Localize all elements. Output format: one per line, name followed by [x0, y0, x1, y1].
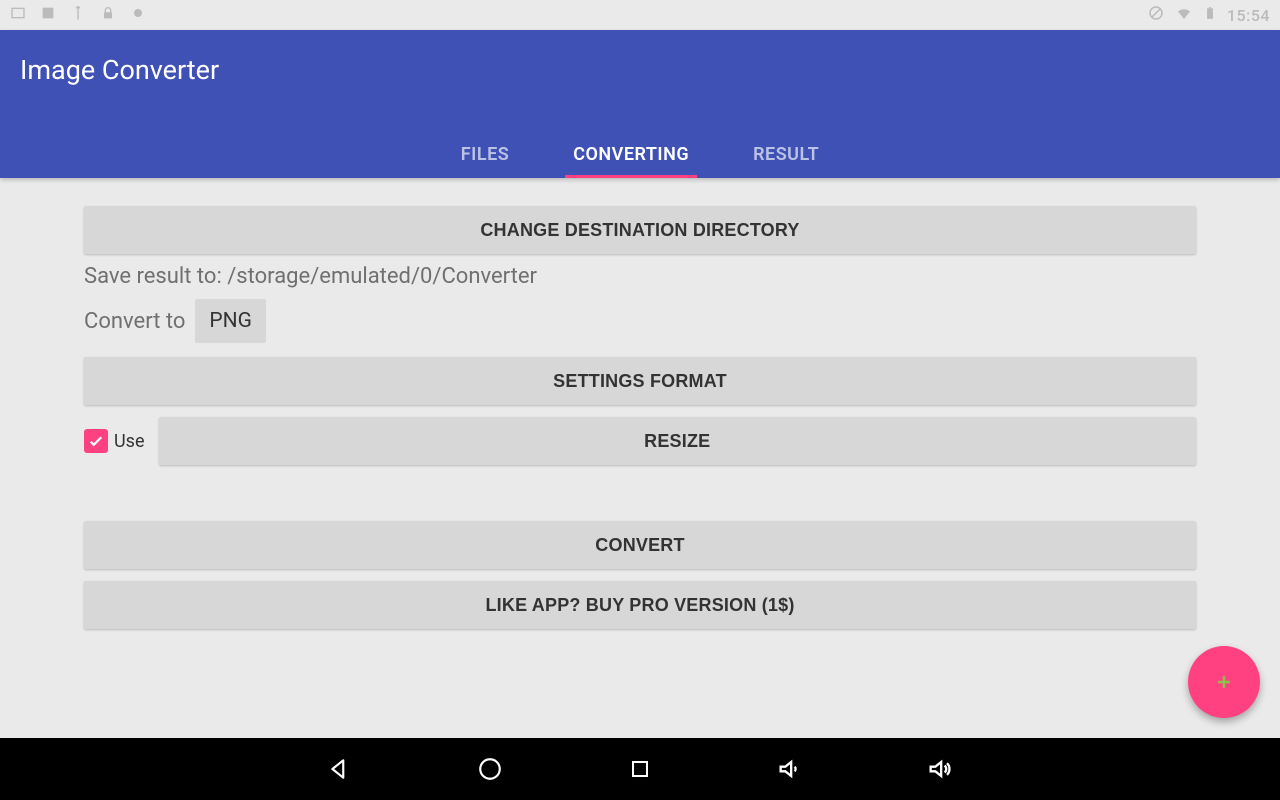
- no-sign-icon: [1147, 4, 1165, 26]
- tab-result[interactable]: RESULT: [753, 130, 819, 178]
- tab-files[interactable]: FILES: [461, 130, 509, 178]
- convert-button[interactable]: CONVERT: [84, 521, 1196, 569]
- navigation-bar: [0, 738, 1280, 800]
- nav-volume-up-button[interactable]: [925, 754, 955, 784]
- status-time: 15:54: [1227, 6, 1270, 25]
- usb-icon: [70, 5, 86, 25]
- change-directory-button[interactable]: CHANGE DESTINATION DIRECTORY: [84, 206, 1196, 254]
- tab-converting[interactable]: CONVERTING: [573, 130, 689, 178]
- content: CHANGE DESTINATION DIRECTORY Save result…: [0, 178, 1280, 629]
- wifi-icon: [1175, 4, 1193, 26]
- use-resize-row: Use RESIZE: [84, 417, 1196, 465]
- settings-format-button[interactable]: SETTINGS FORMAT: [84, 357, 1196, 405]
- plus-icon: [1214, 672, 1234, 692]
- convert-to-label: Convert to: [84, 309, 185, 334]
- save-path-label: Save result to: /storage/emulated/0/Conv…: [84, 264, 1196, 289]
- nav-home-button[interactable]: [475, 754, 505, 784]
- format-select[interactable]: PNG: [195, 299, 266, 343]
- nav-recent-button[interactable]: [625, 754, 655, 784]
- android-icon: [130, 5, 146, 25]
- use-label: Use: [114, 431, 145, 452]
- app-bar: Image Converter FILES CONVERTING RESULT: [0, 30, 1280, 178]
- battery-icon: [1203, 4, 1217, 26]
- app-title: Image Converter: [0, 30, 1280, 86]
- use-checkbox[interactable]: [84, 429, 108, 453]
- status-bar: 15:54: [0, 0, 1280, 30]
- screenshot-icon: [10, 5, 26, 25]
- lock-icon: [100, 5, 116, 25]
- resize-button[interactable]: RESIZE: [159, 417, 1196, 465]
- check-icon: [87, 432, 105, 450]
- fab-add-button[interactable]: [1188, 646, 1260, 718]
- buy-pro-button[interactable]: LIKE APP? BUY PRO VERSION (1$): [84, 581, 1196, 629]
- nav-volume-down-button[interactable]: [775, 754, 805, 784]
- convert-to-row: Convert to PNG: [84, 299, 1196, 343]
- tabs: FILES CONVERTING RESULT: [0, 130, 1280, 178]
- nav-back-button[interactable]: [325, 754, 355, 784]
- square-icon: [40, 5, 56, 25]
